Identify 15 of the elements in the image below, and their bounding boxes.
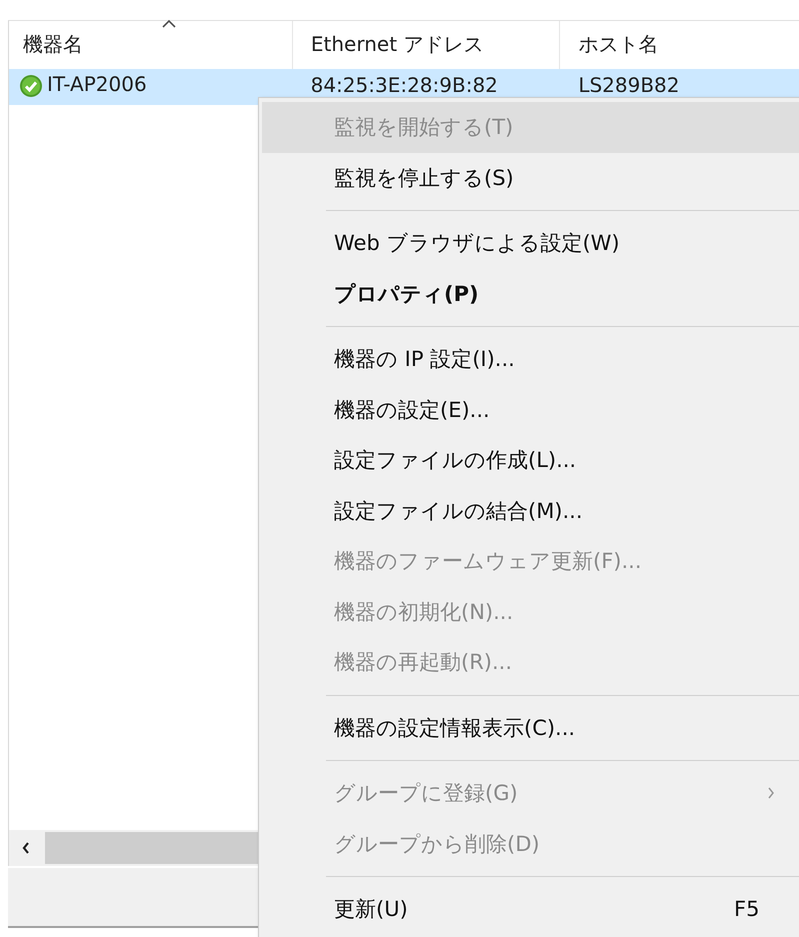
scroll-left-icon[interactable] [21, 841, 31, 855]
menu-item[interactable]: 監視を停止する(S) [262, 152, 799, 203]
menu-item[interactable]: 機器の設定情報表示(C)... [262, 702, 799, 753]
cell-text: 84:25:3E:28:9B:82 [310, 73, 498, 97]
menu-item[interactable]: プロパティ(P) [262, 268, 799, 319]
menu-item[interactable]: 機器の IP 設定(I)... [262, 334, 799, 384]
menu-item[interactable]: 機器の設定(E)... [262, 384, 799, 435]
cell-text: IT-AP2006 [47, 72, 147, 96]
cell-text: LS289B82 [578, 73, 680, 97]
menu-item[interactable]: 設定ファイルの作成(L)... [262, 435, 799, 486]
shortcut-text: F5 [734, 897, 760, 922]
menu-item[interactable]: Web ブラウザによる設定(W) [262, 218, 799, 268]
menu-item[interactable]: 更新(U) F5 [262, 884, 799, 934]
sort-ascending-icon [161, 19, 177, 29]
menu-item[interactable]: 設定ファイルの結合(M)... [262, 486, 799, 536]
